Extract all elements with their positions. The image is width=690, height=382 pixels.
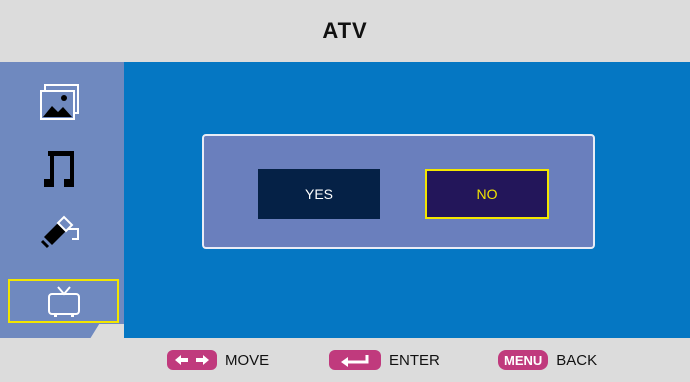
move-hint: MOVE — [167, 349, 269, 371]
header-bar: ATV — [0, 0, 690, 62]
arrow-keys-icon — [167, 350, 217, 370]
picture-icon — [40, 84, 79, 120]
tv-icon — [47, 286, 80, 317]
yes-button[interactable]: YES — [258, 169, 380, 219]
sidebar-item-tv[interactable] — [8, 279, 119, 323]
pen-icon — [40, 215, 79, 249]
back-hint: MENU BACK — [498, 349, 597, 371]
back-label: BACK — [556, 351, 598, 369]
enter-key-icon — [329, 350, 381, 370]
sidebar-item-sound[interactable] — [20, 144, 100, 194]
enter-hint: ENTER — [329, 349, 440, 371]
no-button[interactable]: NO — [425, 169, 549, 219]
sidebar-item-setup[interactable] — [20, 206, 100, 256]
page-title: ATV — [322, 18, 368, 43]
sidebar-item-picture[interactable] — [20, 77, 100, 127]
menu-key: MENU — [498, 350, 549, 370]
music-note-icon — [44, 151, 74, 187]
move-label: MOVE — [225, 351, 270, 369]
enter-label: ENTER — [389, 351, 440, 369]
